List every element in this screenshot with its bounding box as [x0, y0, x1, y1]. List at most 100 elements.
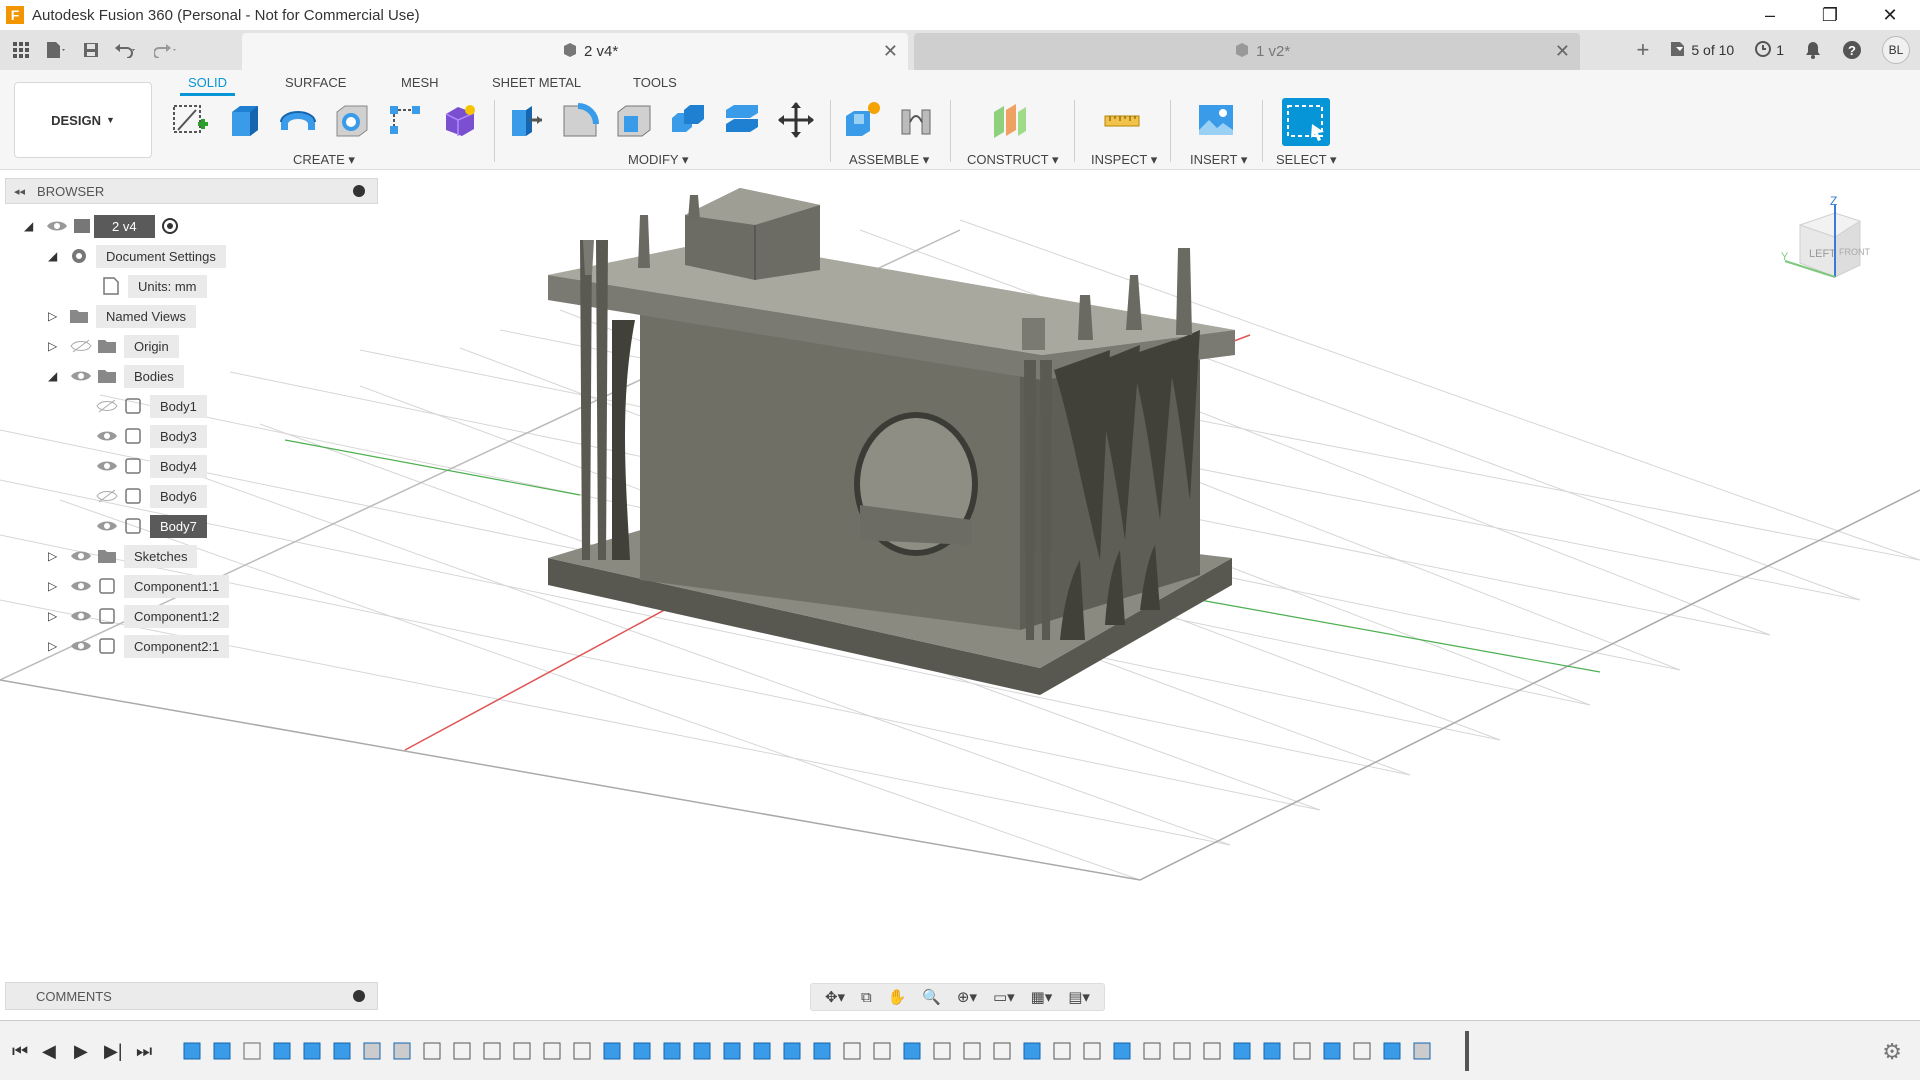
hidden-eye-icon[interactable] [96, 489, 118, 503]
combine-icon[interactable] [668, 100, 708, 140]
extrude-icon[interactable] [224, 100, 264, 140]
go-to-start-icon[interactable]: ⏮ [12, 1041, 28, 1062]
minimize-button[interactable]: – [1740, 0, 1800, 30]
data-panel-grid-icon[interactable] [6, 30, 36, 70]
close-button[interactable]: ✕ [1860, 0, 1920, 30]
tab-sheet-metal[interactable]: SHEET METAL [492, 75, 581, 90]
group-modify[interactable]: MODIFY ▾ [628, 152, 688, 168]
file-menu-icon[interactable] [36, 30, 76, 70]
tab-tools[interactable]: TOOLS [633, 75, 677, 90]
timeline-features[interactable] [180, 1039, 1460, 1065]
activate-component-icon[interactable] [161, 217, 179, 235]
select-tool-icon[interactable] [1282, 98, 1330, 146]
joint-icon[interactable] [896, 100, 936, 140]
pattern-icon[interactable] [386, 100, 426, 140]
new-component-icon[interactable] [842, 100, 882, 140]
browser-item-units[interactable]: Units: mm [96, 274, 207, 298]
shell-icon[interactable] [614, 100, 654, 140]
insert-image-icon[interactable] [1196, 100, 1236, 140]
tab-surface[interactable]: SURFACE [285, 75, 346, 90]
measure-icon[interactable] [1102, 100, 1142, 140]
visibility-eye-icon[interactable] [70, 579, 92, 593]
browser-item-body7[interactable]: Body7 [90, 514, 207, 538]
browser-panel-header[interactable]: ◂◂ BROWSER [5, 178, 378, 204]
new-tab-button[interactable]: + [1627, 30, 1660, 70]
expand-triangle-icon[interactable]: ▷ [48, 579, 64, 593]
visibility-eye-icon[interactable] [70, 609, 92, 623]
job-clock[interactable]: 1 [1744, 30, 1794, 70]
model-canvas[interactable]: LEFT FRONT Z Y [0, 171, 1920, 1016]
close-tab-icon[interactable]: ✕ [1555, 41, 1570, 62]
hole-icon[interactable] [332, 100, 372, 140]
look-at-icon[interactable]: ⧉ [861, 989, 872, 1006]
hidden-eye-icon[interactable] [96, 399, 118, 413]
collapse-triangle-icon[interactable]: ◢ [48, 369, 64, 383]
browser-item-named-views[interactable]: ▷ Named Views [48, 304, 196, 328]
browser-item-component1-1[interactable]: ▷ Component1:1 [48, 574, 230, 598]
browser-item-component1-2[interactable]: ▷ Component1:2 [48, 604, 230, 628]
browser-root-row[interactable]: ◢ 2 v4 [24, 214, 179, 238]
undo-icon[interactable] [106, 30, 146, 70]
minimize-panel-icon[interactable] [353, 185, 365, 197]
visibility-eye-icon[interactable] [96, 519, 118, 533]
group-construct[interactable]: CONSTRUCT ▾ [967, 152, 1059, 168]
visibility-eye-icon[interactable] [96, 459, 118, 473]
expand-triangle-icon[interactable]: ▷ [48, 339, 64, 353]
browser-item-component2-1[interactable]: ▷ Component2:1 [48, 634, 230, 658]
pan-hand-icon[interactable]: ✋ [888, 988, 907, 1006]
play-icon[interactable]: ▶ [74, 1041, 88, 1062]
fillet-icon[interactable] [560, 100, 600, 140]
press-pull-icon[interactable] [506, 100, 546, 140]
visibility-eye-icon[interactable] [70, 369, 92, 383]
expand-triangle-icon[interactable]: ▷ [48, 549, 64, 563]
visibility-eye-icon[interactable] [70, 639, 92, 653]
group-select[interactable]: SELECT ▾ [1276, 152, 1336, 168]
form-icon[interactable] [440, 100, 480, 140]
comments-panel[interactable]: COMMENTS [5, 982, 378, 1010]
tab-document-1v2[interactable]: 1 v2* ✕ [914, 33, 1580, 70]
orbit-icon[interactable]: ✥▾ [825, 988, 845, 1006]
split-body-icon[interactable] [722, 100, 762, 140]
grid-settings-icon[interactable]: ▦▾ [1031, 988, 1053, 1006]
redo-icon[interactable] [146, 30, 186, 70]
step-back-icon[interactable]: ◀ [42, 1041, 56, 1062]
browser-item-body1[interactable]: Body1 [90, 394, 207, 418]
help-icon[interactable]: ? [1832, 30, 1872, 70]
hidden-eye-icon[interactable] [70, 339, 92, 353]
tab-document-2v4[interactable]: 2 v4* ✕ [242, 33, 908, 70]
browser-item-body3[interactable]: Body3 [90, 424, 207, 448]
group-assemble[interactable]: ASSEMBLE ▾ [849, 152, 929, 168]
expand-triangle-icon[interactable]: ▷ [48, 639, 64, 653]
group-create[interactable]: CREATE ▾ [293, 152, 355, 168]
collapse-triangle-icon[interactable]: ◢ [24, 219, 40, 233]
viewports-icon[interactable]: ▤▾ [1068, 988, 1090, 1006]
browser-item-origin[interactable]: ▷ Origin [48, 334, 179, 358]
notifications-bell-icon[interactable] [1794, 30, 1832, 70]
canvas-viewport[interactable]: LEFT FRONT Z Y [0, 171, 1920, 1016]
tab-solid[interactable]: SOLID [179, 75, 236, 96]
create-sketch-icon[interactable] [170, 100, 210, 140]
save-icon[interactable] [76, 30, 106, 70]
browser-item-document-settings[interactable]: ◢ Document Settings [48, 244, 226, 268]
go-to-end-icon[interactable]: ⏭ [136, 1041, 152, 1062]
move-icon[interactable] [776, 100, 816, 140]
collapse-triangle-icon[interactable]: ◢ [48, 249, 64, 263]
browser-item-bodies[interactable]: ◢ Bodies [48, 364, 184, 388]
group-insert[interactable]: INSERT ▾ [1190, 152, 1247, 168]
zoom-icon[interactable]: 🔍 [922, 988, 941, 1006]
step-forward-icon[interactable]: ▶| [104, 1041, 123, 1062]
fit-zoom-icon[interactable]: ⊕▾ [957, 988, 977, 1006]
user-profile[interactable]: BL [1872, 30, 1920, 70]
collapse-panel-icon[interactable]: ◂◂ [14, 185, 25, 198]
add-comment-icon[interactable] [353, 990, 365, 1002]
group-inspect[interactable]: INSPECT ▾ [1091, 152, 1157, 168]
tab-mesh[interactable]: MESH [401, 75, 439, 90]
timeline-settings-gear-icon[interactable]: ⚙ [1882, 1039, 1902, 1065]
browser-item-body6[interactable]: Body6 [90, 484, 207, 508]
close-tab-icon[interactable]: ✕ [883, 41, 898, 62]
display-settings-icon[interactable]: ▭▾ [993, 988, 1015, 1006]
workspace-selector[interactable]: DESIGN ▼ [14, 82, 152, 158]
revolve-icon[interactable] [278, 100, 318, 140]
job-status[interactable]: 5 of 10 [1659, 30, 1744, 70]
browser-item-body4[interactable]: Body4 [90, 454, 207, 478]
